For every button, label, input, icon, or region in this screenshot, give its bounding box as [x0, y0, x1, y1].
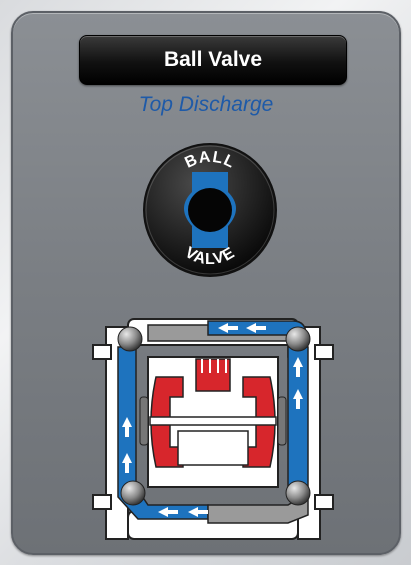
check-ball-top-left [117, 326, 143, 352]
page-subtitle: Top Discharge [138, 93, 274, 116]
page-title: Ball Valve [163, 48, 263, 71]
valve-card: Ball Valve Top Discharge BALL VALVE [11, 11, 401, 555]
check-ball-bottom-left [120, 480, 146, 506]
ball-valve-icon: BALL VALVE [143, 143, 277, 277]
check-ball-bottom-right [285, 480, 311, 506]
pump-cutaway-diagram [92, 318, 334, 540]
check-ball-top-right [285, 326, 311, 352]
title-bar: Ball Valve [79, 35, 347, 85]
